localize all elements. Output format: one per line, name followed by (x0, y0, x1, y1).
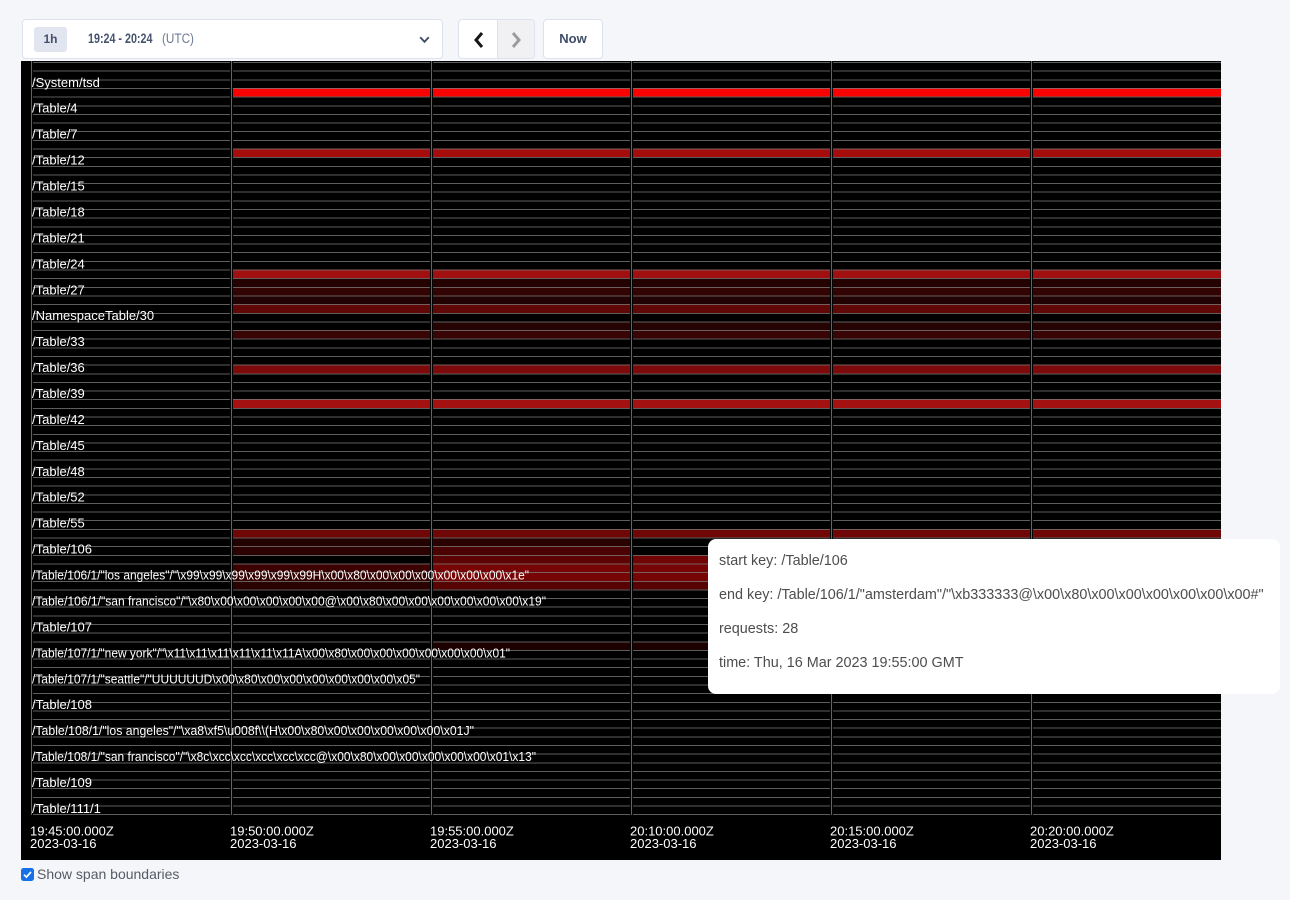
svg-text:/Table/4: /Table/4 (32, 101, 78, 116)
svg-text:/Table/107/1/"new york"/"\x11\: /Table/107/1/"new york"/"\x11\x11\x11\x1… (32, 645, 510, 660)
svg-text:/Table/52: /Table/52 (32, 490, 85, 505)
svg-text:/Table/21: /Table/21 (32, 230, 85, 245)
svg-text:/Table/36: /Table/36 (32, 360, 85, 375)
svg-text:2023-03-16: 2023-03-16 (1030, 836, 1097, 851)
svg-text:/Table/106/1/"san francisco"/": /Table/106/1/"san francisco"/"\x80\x00\x… (32, 593, 546, 608)
svg-text:2023-03-16: 2023-03-16 (230, 836, 297, 851)
svg-text:/Table/33: /Table/33 (32, 334, 85, 349)
svg-text:/Table/108/1/"los angeles"/"\x: /Table/108/1/"los angeles"/"\xa8\xf5\u00… (32, 723, 474, 738)
svg-text:2023-03-16: 2023-03-16 (830, 836, 897, 851)
svg-text:/Table/111/1: /Table/111/1 (32, 801, 101, 816)
svg-text:/Table/106/1/"los angeles"/"\x: /Table/106/1/"los angeles"/"\x99\x99\x99… (32, 568, 529, 583)
svg-text:/Table/18: /Table/18 (32, 204, 85, 219)
svg-text:/Table/109: /Table/109 (32, 775, 92, 790)
svg-text:/Table/107: /Table/107 (32, 619, 92, 634)
svg-text:/Table/15: /Table/15 (32, 179, 85, 194)
svg-text:/Table/55: /Table/55 (32, 516, 85, 531)
svg-text:/Table/39: /Table/39 (32, 386, 85, 401)
svg-text:/System/tsd: /System/tsd (32, 75, 100, 90)
svg-text:2023-03-16: 2023-03-16 (430, 836, 497, 851)
svg-text:/NamespaceTable/30: /NamespaceTable/30 (32, 308, 154, 323)
svg-text:/Table/27: /Table/27 (32, 282, 85, 297)
svg-text:/Table/108: /Table/108 (32, 697, 92, 712)
svg-text:/Table/107/1/"seattle"/"UUUUUU: /Table/107/1/"seattle"/"UUUUUUD\x00\x80\… (32, 671, 420, 686)
svg-text:/Table/106: /Table/106 (32, 542, 92, 557)
svg-text:/Table/24: /Table/24 (32, 256, 85, 271)
svg-text:/Table/45: /Table/45 (32, 438, 85, 453)
svg-text:/Table/48: /Table/48 (32, 464, 85, 479)
svg-text:2023-03-16: 2023-03-16 (630, 836, 697, 851)
svg-text:/Table/12: /Table/12 (32, 153, 85, 168)
svg-text:/Table/7: /Table/7 (32, 127, 78, 142)
svg-text:/Table/108/1/"san francisco"/": /Table/108/1/"san francisco"/"\x8c\xcc\x… (32, 749, 536, 764)
svg-text:2023-03-16: 2023-03-16 (30, 836, 97, 851)
svg-text:/Table/42: /Table/42 (32, 412, 85, 427)
